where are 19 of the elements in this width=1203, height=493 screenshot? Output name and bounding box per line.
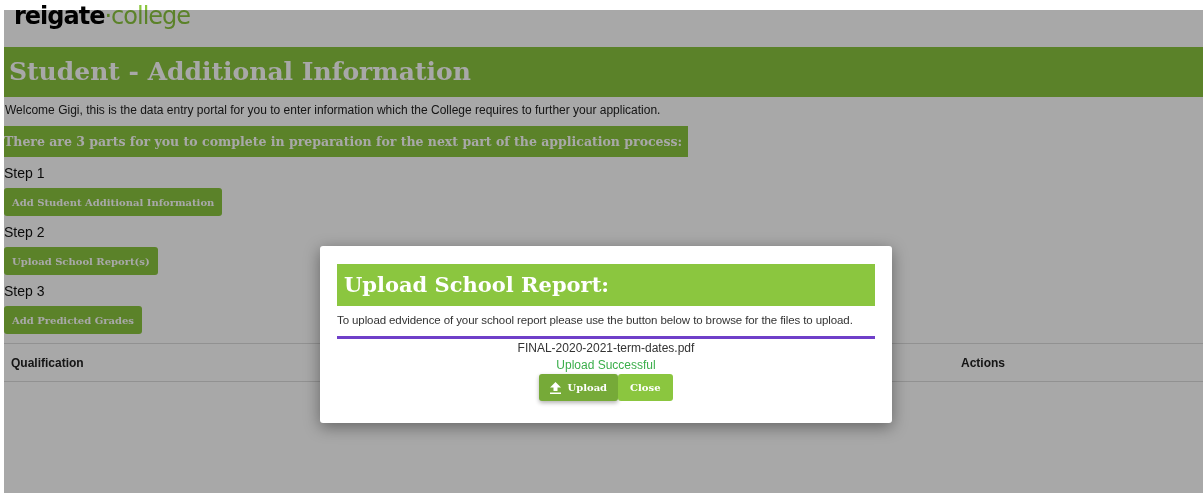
step-label: Step 2 [4,224,45,242]
page-title: Student - Additional Information [4,47,1203,97]
close-button[interactable]: Close [618,374,673,401]
step-button[interactable]: Add Predicted Grades [4,306,142,334]
upload-button[interactable]: Upload [539,374,619,401]
step-label: Step 3 [4,283,45,301]
step-button[interactable]: Add Student Additional Information [4,188,223,216]
file-name: FINAL-2020-2021-term-dates.pdf [516,341,696,355]
step-button[interactable]: Upload School Report(s) [4,247,158,275]
upload-icon [550,381,562,394]
parts-banner: There are 3 parts for you to complete in preparation for the next part of the application process: [4,126,689,157]
upload-status: Upload Successful [555,358,657,372]
instructions-text: To upload edvidence of your school report please use the button below to browse for the files to upload. [337,314,854,326]
column-header: Qualification [11,355,84,370]
step-label: Step 1 [4,165,45,183]
welcome-text: Welcome Gigi, this is the data entry portal for you to enter information which the College requires to further your application. [5,103,661,117]
column-header: Actions [961,355,1005,370]
college-logo: reigate·college [14,1,191,32]
dialog-title: Upload School Report: [337,264,875,306]
